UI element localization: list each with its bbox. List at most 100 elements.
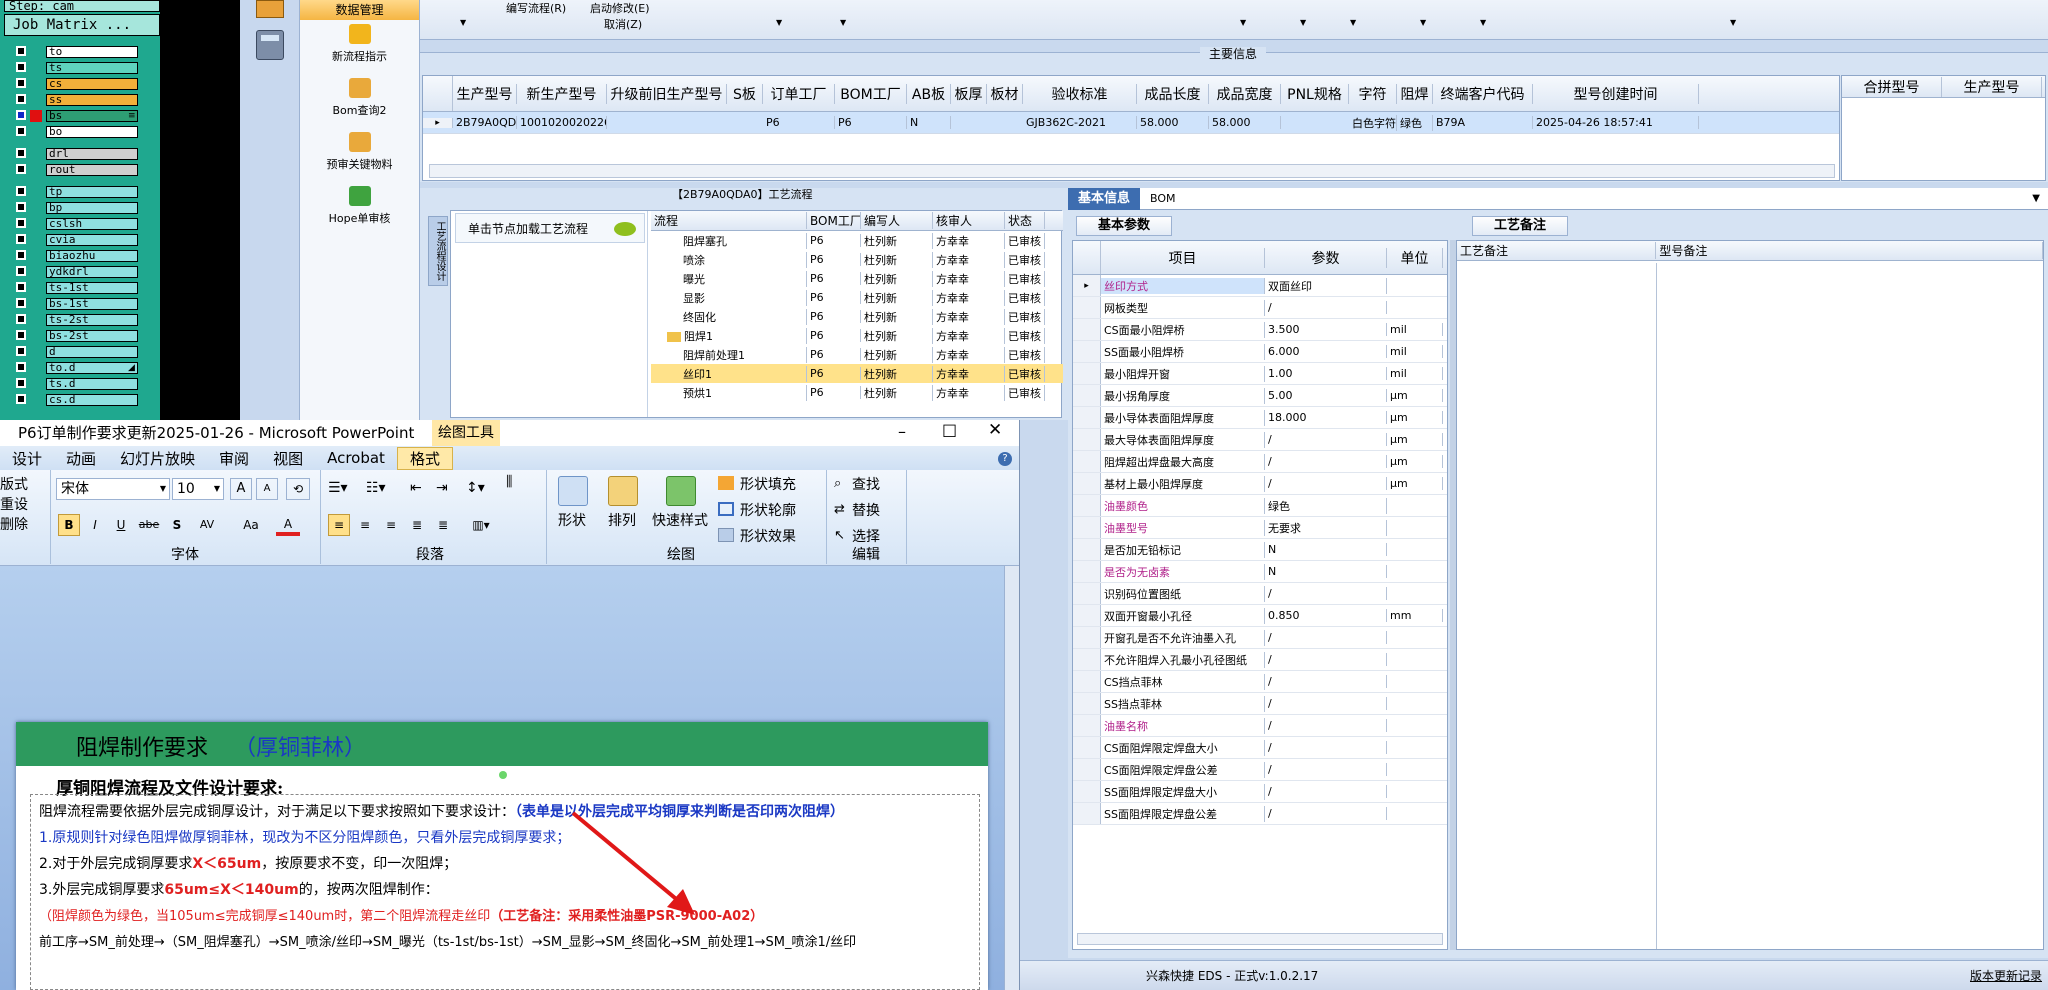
layer-checkbox[interactable]: [16, 94, 26, 104]
layer-name[interactable]: ts-2st: [46, 314, 138, 326]
column-header[interactable]: 参数: [1265, 247, 1387, 268]
param-value[interactable]: 3.500: [1265, 323, 1387, 336]
param-row[interactable]: CS面阻焊限定焊盘大小 /: [1073, 737, 1447, 759]
grid-cell[interactable]: 58.000: [1137, 116, 1209, 129]
layer-checkbox[interactable]: [16, 46, 26, 56]
layer-name[interactable]: ydkdrl: [46, 266, 138, 278]
update-log-link[interactable]: 版本更新记录: [1970, 967, 2042, 985]
layer-name[interactable]: ts.d: [46, 378, 138, 390]
ribbon-tab[interactable]: 视图: [261, 448, 315, 469]
column-header[interactable]: 阻焊: [1397, 83, 1433, 104]
param-row[interactable]: 阻焊超出焊盘最大高度 / μm: [1073, 451, 1447, 473]
tree-node[interactable]: 阻焊1: [651, 327, 807, 344]
param-value[interactable]: /: [1265, 433, 1387, 446]
param-value[interactable]: 无要求: [1265, 519, 1387, 536]
layer-row[interactable]: to: [8, 46, 160, 58]
shape-fill-icon[interactable]: [718, 476, 734, 490]
layer-checkbox[interactable]: [16, 164, 26, 174]
ribbon-tab[interactable]: 幻灯片放映: [108, 448, 207, 469]
tree-row[interactable]: 喷涂 P6 杜列新 方幸幸 已审核: [651, 250, 1063, 269]
layer-row[interactable]: cvia: [8, 234, 160, 246]
layer-row[interactable]: d: [8, 346, 160, 358]
tree-node[interactable]: 丝印1: [651, 365, 807, 382]
grid-cell[interactable]: 10010200202265: [517, 116, 607, 129]
font-size-combo[interactable]: 10 ▼: [172, 478, 224, 500]
param-row[interactable]: CS面阻焊限定焊盘公差 /: [1073, 759, 1447, 781]
layer-checkbox[interactable]: [16, 218, 26, 228]
cancel-button[interactable]: 取消(Z): [604, 16, 642, 34]
tree-row[interactable]: 阻焊前处理1 P6 杜列新 方幸幸 已审核: [651, 345, 1063, 364]
column-header[interactable]: 编写人: [861, 212, 933, 229]
underline-icon[interactable]: U: [110, 514, 132, 536]
column-header[interactable]: 生产型号: [1942, 76, 2042, 97]
layer-row[interactable]: drl: [8, 148, 160, 160]
layer-row[interactable]: cs.d: [8, 394, 160, 406]
change-case-icon[interactable]: Aa: [236, 514, 266, 536]
layer-name[interactable]: to: [46, 46, 138, 58]
layer-name[interactable]: cslsh: [46, 218, 138, 230]
process-side-tab[interactable]: 工艺流程设计: [428, 216, 448, 286]
param-value[interactable]: /: [1265, 741, 1387, 754]
param-row[interactable]: 油墨颜色 绿色: [1073, 495, 1447, 517]
layer-row[interactable]: bs-1st: [8, 298, 160, 310]
param-row[interactable]: CS挡点菲林 /: [1073, 671, 1447, 693]
param-row[interactable]: 不允许阻焊入孔最小孔径图纸 /: [1073, 649, 1447, 671]
font-color-icon[interactable]: A: [276, 514, 300, 536]
shape-button[interactable]: 形状: [558, 510, 586, 530]
dropdown-icon[interactable]: ▼: [1350, 18, 1356, 27]
shapes-icon[interactable]: [558, 476, 588, 506]
nav-item[interactable]: Bom查询2: [300, 74, 419, 128]
select-icon[interactable]: ↖: [834, 528, 845, 543]
layer-checkbox[interactable]: [16, 78, 26, 88]
layer-name[interactable]: cs.d: [46, 394, 138, 406]
layer-name[interactable]: ts: [46, 62, 138, 74]
shadow-icon[interactable]: S: [166, 514, 188, 536]
param-value[interactable]: 6.000: [1265, 345, 1387, 358]
layer-name[interactable]: cs: [46, 78, 138, 90]
column-header[interactable]: 新生产型号: [517, 83, 607, 104]
column-header[interactable]: AB板: [907, 83, 951, 104]
shape-effect-icon[interactable]: [718, 528, 734, 542]
layer-name[interactable]: rout: [46, 164, 138, 176]
layer-row[interactable]: bo: [8, 126, 160, 138]
ribbon-tab[interactable]: 格式: [396, 446, 453, 470]
param-row[interactable]: 基材上最小阻焊厚度 / μm: [1073, 473, 1447, 495]
tree-node[interactable]: 预烘1: [651, 384, 807, 401]
tree-row[interactable]: 预烘1 P6 杜列新 方幸幸 已审核: [651, 383, 1063, 402]
param-row[interactable]: SS面阻焊限定焊盘大小 /: [1073, 781, 1447, 803]
close-icon[interactable]: ✕: [988, 420, 1002, 440]
decrease-indent-icon[interactable]: ⇤: [410, 480, 422, 496]
ribbon-tab[interactable]: 审阅: [207, 448, 261, 469]
param-value[interactable]: /: [1265, 477, 1387, 490]
param-row[interactable]: SS面阻焊限定焊盘公差 /: [1073, 803, 1447, 825]
param-row[interactable]: 双面开窗最小孔径 0.850 mm: [1073, 605, 1447, 627]
tree-row[interactable]: 阻焊塞孔 P6 杜列新 方幸幸 已审核: [651, 231, 1063, 250]
dropdown-icon[interactable]: ▼: [1420, 18, 1426, 27]
param-row[interactable]: 识别码位置图纸 /: [1073, 583, 1447, 605]
layer-name[interactable]: d: [46, 346, 138, 358]
maximize-icon[interactable]: □: [942, 420, 957, 439]
layer-name[interactable]: bo: [46, 126, 138, 138]
column-header[interactable]: 成品宽度: [1209, 83, 1281, 104]
italic-icon[interactable]: I: [84, 514, 106, 536]
layer-checkbox[interactable]: [16, 282, 26, 292]
column-header[interactable]: 状态: [1005, 212, 1045, 229]
numbering-icon[interactable]: ☷▾: [366, 480, 386, 496]
layer-name[interactable]: ss: [46, 94, 138, 106]
reset-button[interactable]: 重设: [0, 494, 28, 514]
dropdown-icon[interactable]: ▼: [1240, 18, 1246, 27]
load-flow-hint[interactable]: 单击节点加载工艺流程: [455, 213, 645, 243]
layer-row[interactable]: ydkdrl: [8, 266, 160, 278]
layer-row[interactable]: ts: [8, 62, 160, 74]
distribute-icon[interactable]: ≣: [432, 514, 454, 536]
clear-format-icon[interactable]: ⟲: [286, 478, 310, 500]
layer-checkbox[interactable]: [16, 394, 26, 404]
red-arrow-annotation[interactable]: [571, 811, 701, 921]
dropdown-icon[interactable]: ▼: [1300, 18, 1306, 27]
params-hscroll[interactable]: [1077, 933, 1443, 945]
layer-checkbox[interactable]: [16, 62, 26, 72]
param-value[interactable]: 绿色: [1265, 497, 1387, 514]
layer-name[interactable]: ts-1st: [46, 282, 138, 294]
main-info-hscroll[interactable]: [429, 164, 1835, 178]
tree-node[interactable]: 阻焊前处理1: [651, 346, 807, 363]
